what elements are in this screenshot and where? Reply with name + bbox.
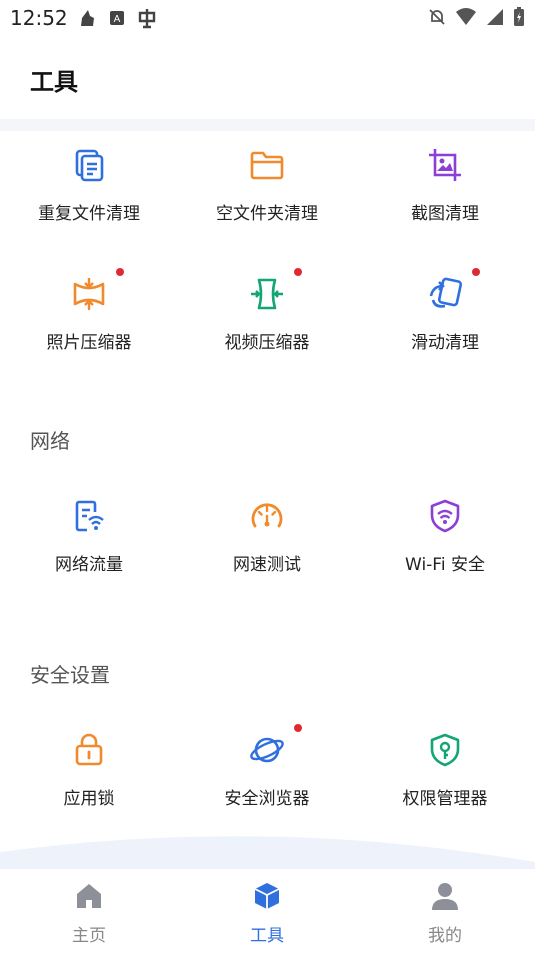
status-bar: 12:52 A bbox=[0, 0, 535, 38]
network-traffic-icon bbox=[75, 500, 104, 532]
photo-compress-icon bbox=[73, 278, 105, 310]
notifications-off-icon bbox=[429, 9, 445, 25]
tool-label: 滑动清理 bbox=[411, 333, 479, 353]
folder-icon bbox=[250, 151, 284, 180]
tool-label: 重复文件清理 bbox=[38, 204, 140, 224]
duplicate-file-icon bbox=[75, 149, 104, 182]
tool-label: 应用锁 bbox=[63, 789, 115, 809]
lock-icon bbox=[75, 733, 103, 766]
header-divider bbox=[0, 119, 535, 131]
translate-icon: A bbox=[110, 11, 124, 25]
tool-swipe-cleaner[interactable]: 滑动清理 bbox=[356, 268, 534, 386]
signal-icon bbox=[487, 9, 503, 25]
bug-icon bbox=[138, 9, 156, 29]
tool-label: Wi-Fi 安全 bbox=[405, 555, 485, 575]
person-icon bbox=[432, 883, 458, 910]
tool-label: 截图清理 bbox=[411, 204, 479, 224]
section-title-network: 网络 bbox=[30, 429, 70, 453]
bottom-nav: 主页 工具 我的 bbox=[0, 868, 535, 953]
decorative-wave bbox=[0, 836, 535, 870]
home-icon bbox=[77, 884, 101, 908]
speedometer-icon bbox=[251, 503, 283, 528]
cube-icon bbox=[254, 883, 280, 909]
new-badge-dot bbox=[116, 268, 124, 276]
nav-item-tools[interactable]: 工具 bbox=[178, 869, 356, 953]
section-title-security: 安全设置 bbox=[30, 663, 110, 687]
nav-item-home[interactable]: 主页 bbox=[0, 869, 178, 953]
wifi-icon bbox=[456, 8, 476, 25]
key-shield-icon bbox=[430, 733, 460, 767]
broom-icon bbox=[81, 10, 94, 26]
nav-label: 我的 bbox=[428, 926, 462, 946]
tool-label: 空文件夹清理 bbox=[216, 204, 318, 224]
tool-label: 权限管理器 bbox=[402, 789, 488, 809]
swipe-cards-icon bbox=[429, 277, 463, 308]
svg-text:A: A bbox=[114, 14, 121, 25]
status-time: 12:52 bbox=[10, 6, 68, 30]
nav-item-mine[interactable]: 我的 bbox=[356, 869, 534, 953]
planet-browser-icon bbox=[250, 737, 284, 763]
header: 工具 bbox=[0, 38, 535, 118]
video-compress-icon bbox=[251, 278, 283, 310]
page-title: 工具 bbox=[30, 68, 78, 96]
tool-speed-test[interactable]: 网速测试 bbox=[178, 498, 356, 608]
nav-label: 工具 bbox=[250, 926, 284, 946]
tool-video-compressor[interactable]: 视频压缩器 bbox=[178, 268, 356, 386]
new-badge-dot bbox=[294, 268, 302, 276]
battery-icon bbox=[514, 7, 524, 26]
new-badge-dot bbox=[472, 268, 480, 276]
tool-duplicate-file-cleaner[interactable]: 重复文件清理 bbox=[0, 147, 178, 257]
new-badge-dot bbox=[294, 724, 302, 732]
tool-photo-compressor[interactable]: 照片压缩器 bbox=[0, 268, 178, 386]
nav-label: 主页 bbox=[72, 926, 106, 946]
tool-label: 照片压缩器 bbox=[46, 333, 132, 353]
tool-screenshot-cleaner[interactable]: 截图清理 bbox=[356, 147, 534, 257]
tool-label: 安全浏览器 bbox=[224, 789, 310, 809]
screenshot-icon bbox=[429, 149, 461, 181]
tool-wifi-security[interactable]: Wi-Fi 安全 bbox=[356, 498, 534, 608]
tool-label: 视频压缩器 bbox=[224, 333, 310, 353]
wifi-shield-icon bbox=[430, 499, 460, 533]
tool-network-traffic[interactable]: 网络流量 bbox=[0, 498, 178, 608]
tool-label: 网速测试 bbox=[233, 555, 301, 575]
tool-label: 网络流量 bbox=[55, 555, 123, 575]
tool-empty-folder-cleaner[interactable]: 空文件夹清理 bbox=[178, 147, 356, 257]
